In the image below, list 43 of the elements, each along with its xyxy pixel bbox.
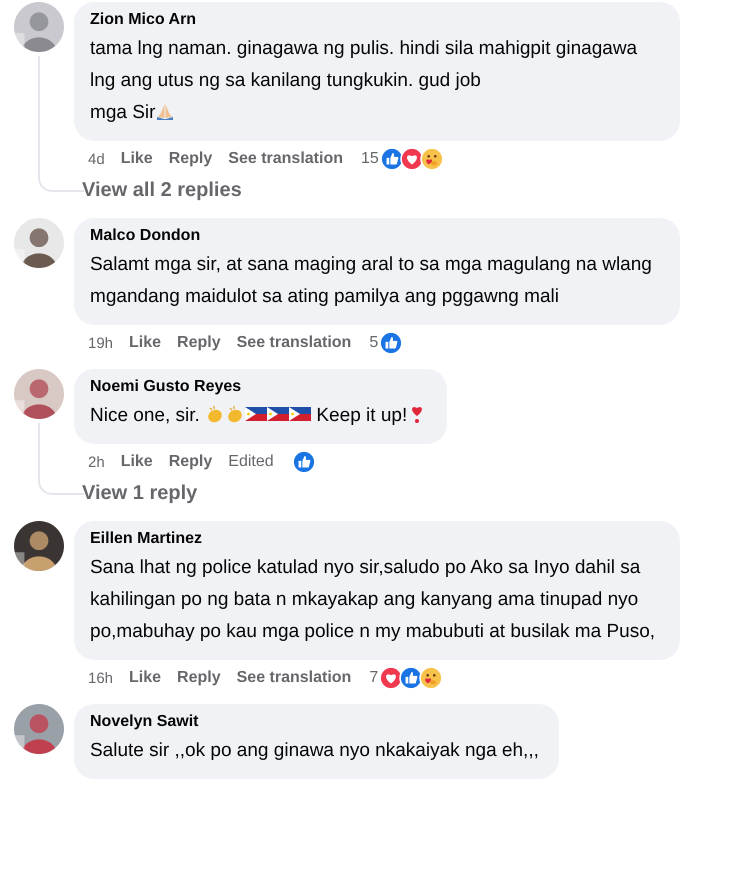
like-reaction-icon <box>292 450 316 474</box>
comment-time[interactable]: 16h <box>88 670 114 686</box>
view-replies-link[interactable]: View 1 reply <box>74 476 198 509</box>
commenter-name[interactable]: Eillen Martinez <box>90 530 660 548</box>
comment-text: Nice one, sir. <box>90 405 201 426</box>
comment-action-link[interactable]: Reply <box>168 150 212 168</box>
heart-reaction-icon <box>379 666 404 690</box>
commenter-name[interactable]: Noemi Gusto Reyes <box>90 378 428 396</box>
comment-text: Salamt mga sir, at sana maging aral to sa mga magulang na wlang mgandang maidulot sa ating pamilya ang pggawng mali <box>90 254 652 307</box>
comment-text: Keep it up! <box>315 405 408 426</box>
commenter-name[interactable]: Novelyn Sawit <box>90 713 539 731</box>
flag-icon <box>289 407 312 421</box>
comment-action-link[interactable]: Like <box>129 334 162 352</box>
edited-label[interactable]: Edited <box>228 453 274 471</box>
comment-time[interactable]: 2h <box>88 454 105 470</box>
like-reaction-icon <box>379 331 404 355</box>
hug-reaction-icon <box>419 666 444 690</box>
hug-reaction-icon <box>420 147 444 171</box>
comment-text: Salute sir ,,ok po ang ginawa nyo nkakaiyak nga eh,,, <box>90 740 539 761</box>
comment-action-link[interactable]: Reply <box>177 334 221 352</box>
heart-reaction-icon <box>400 147 424 171</box>
reaction-count[interactable]: 7 <box>369 669 378 687</box>
like-reaction-icon <box>380 147 404 171</box>
flag-icon <box>245 407 268 421</box>
comment-action-link[interactable]: See translation <box>236 334 352 352</box>
comment-action-link[interactable]: Reply <box>168 453 212 471</box>
reaction-count[interactable]: 5 <box>369 334 378 352</box>
comment-action-link[interactable]: See translation <box>236 669 352 687</box>
comment-time[interactable]: 4d <box>88 150 105 168</box>
comment-action-link[interactable]: Like <box>129 669 162 687</box>
comment-action-link[interactable]: See translation <box>228 150 343 168</box>
comment-action-link[interactable]: Reply <box>177 669 221 687</box>
like-reaction-icon <box>399 666 424 690</box>
reaction-count[interactable]: 15 <box>360 150 379 168</box>
comment-time[interactable]: 19h <box>88 334 114 352</box>
view-replies-link[interactable]: View all 2 replies <box>74 173 242 206</box>
comment-text: mga Sir <box>90 102 156 123</box>
comment-action-link[interactable]: Like <box>120 453 153 471</box>
comment-action-link[interactable]: Like <box>120 150 153 168</box>
flag-icon <box>267 407 290 421</box>
commenter-name[interactable]: Malco Dondon <box>90 227 660 245</box>
commenter-name[interactable]: Zion Mico Arn <box>90 11 660 29</box>
comment-text: Sana lhat ng police katulad nyo sir,saludo po Ako sa Inyo dahil sa kahilingan po ng bata n mkayakap ang kanyang ama tinupad nyo po,mabuhay po kau mga police n my mabubuti at busilak ma Puso, <box>90 557 656 642</box>
